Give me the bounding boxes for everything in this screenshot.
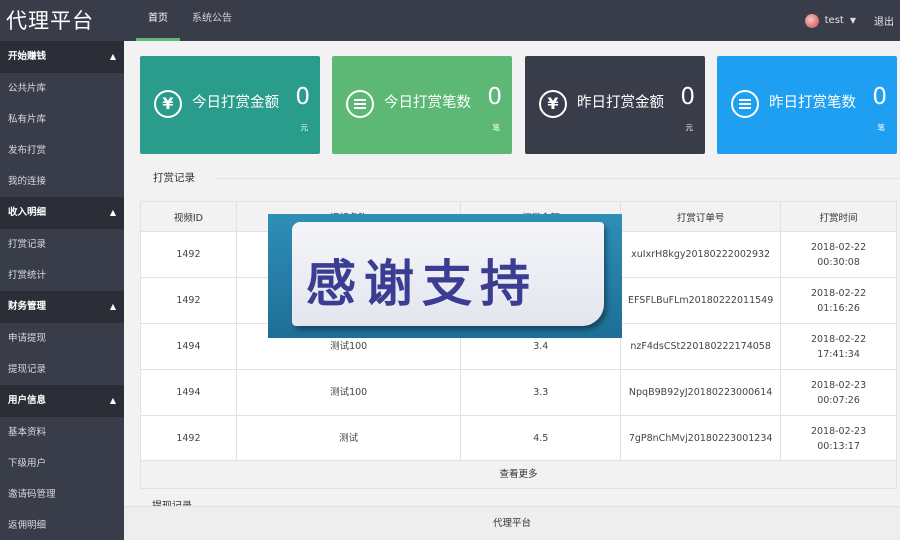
card-unit: 元 — [685, 123, 694, 132]
card-unit: 笔 — [492, 123, 501, 132]
card-label: 今日打赏金额 — [192, 95, 279, 111]
sidebar-group-income[interactable]: 收入明细 ▲ — [0, 197, 124, 229]
sidebar: 开始赚钱 ▲ 公共片库 私有片库 发布打赏 我的连接 收入明细 ▲ 打赏记录 打… — [0, 41, 124, 540]
banner-text: 感谢支持 — [306, 255, 538, 313]
cell-date: 2018-02-22 — [810, 333, 867, 345]
card-value: 0 — [680, 84, 695, 110]
card-label: 今日打赏笔数 — [384, 95, 471, 111]
cell-video-id: 1492 — [140, 277, 237, 324]
card-label: 昨日打赏笔数 — [769, 95, 856, 111]
card-value: 0 — [872, 84, 887, 110]
footer: 代理平台 — [124, 506, 900, 540]
stat-card-today-count: 今日打赏笔数 0 笔 — [332, 56, 512, 154]
list-icon — [346, 90, 374, 118]
card-label: 昨日打赏金额 — [577, 95, 664, 111]
sidebar-group-user-info[interactable]: 用户信息 ▲ — [0, 385, 124, 417]
stat-card-yesterday-count: 昨日打赏笔数 0 笔 — [717, 56, 897, 154]
sidebar-item-my-links[interactable]: 我的连接 — [0, 166, 124, 197]
table-row: 1494 测试100 3.3 NpqB9B92yJ20180223000614 … — [140, 369, 897, 416]
sidebar-group-label: 收入明细 — [8, 207, 47, 218]
cell-amount: 3.3 — [460, 369, 622, 416]
chevron-up-icon: ▲ — [109, 52, 116, 61]
sidebar-item-profile[interactable]: 基本资料 — [0, 417, 124, 448]
cell-order-no: EFSFLBuFLm20180222011549 — [620, 277, 782, 324]
cell-tip-time: 2018-02-23 00:07:26 — [780, 369, 897, 416]
top-nav: 首页 系统公告 — [136, 0, 244, 41]
sidebar-item-tip-stats[interactable]: 打赏统计 — [0, 260, 124, 291]
cell-time: 00:30:08 — [817, 256, 860, 268]
card-unit: 笔 — [877, 123, 886, 132]
section-title-text: 打赏记录 — [153, 172, 195, 184]
cell-date: 2018-02-22 — [810, 241, 867, 253]
column-header: 打赏时间 — [780, 201, 897, 232]
cell-order-no: 7gP8nChMvj20180223001234 — [620, 415, 782, 462]
sidebar-item-rebates[interactable]: 返佣明细 — [0, 510, 124, 540]
cell-video-id: 1494 — [140, 323, 237, 370]
chevron-down-icon[interactable]: ▼ — [850, 16, 856, 25]
cell-date: 2018-02-22 — [810, 287, 867, 299]
yen-icon: ¥ — [539, 90, 567, 118]
sidebar-group-finance[interactable]: 财务管理 ▲ — [0, 291, 124, 323]
cell-amount: 4.5 — [460, 415, 622, 462]
banner-card: 感谢支持 — [292, 222, 604, 326]
cell-video-id: 1494 — [140, 369, 237, 416]
cell-video-name: 测试 — [235, 415, 462, 462]
nav-announcements[interactable]: 系统公告 — [180, 0, 244, 41]
column-header: 打赏订单号 — [620, 201, 782, 232]
section-title-records: 打赏记录 — [136, 168, 900, 184]
logout-link[interactable]: 退出 — [874, 13, 894, 28]
sidebar-group-label: 用户信息 — [8, 395, 47, 406]
sidebar-group-earn[interactable]: 开始赚钱 ▲ — [0, 41, 124, 73]
card-value: 0 — [295, 84, 310, 110]
cell-tip-time: 2018-02-22 17:41:34 — [780, 323, 897, 370]
top-bar: 代理平台 首页 系统公告 test ▼ 退出 — [0, 0, 900, 41]
avatar[interactable] — [804, 13, 819, 28]
sidebar-item-withdraw-records[interactable]: 提现记录 — [0, 354, 124, 385]
card-value: 0 — [487, 84, 502, 110]
sidebar-item-invite-codes[interactable]: 邀请码管理 — [0, 479, 124, 510]
cell-date: 2018-02-23 — [810, 425, 867, 437]
cell-video-id: 1492 — [140, 415, 237, 462]
cell-date: 2018-02-23 — [810, 379, 867, 391]
table-row: 1492 测试 4.5 7gP8nChMvj20180223001234 201… — [140, 415, 897, 462]
cell-time: 00:13:17 — [817, 440, 860, 452]
cell-time: 00:07:26 — [817, 394, 860, 406]
cell-order-no: nzF4dsCSt220180222174058 — [620, 323, 782, 370]
cell-tip-time: 2018-02-22 01:16:26 — [780, 277, 897, 324]
list-icon — [731, 90, 759, 118]
cell-order-no: NpqB9B92yJ20180223000614 — [620, 369, 782, 416]
sidebar-item-publish-tip[interactable]: 发布打赏 — [0, 135, 124, 166]
sidebar-group-label: 开始赚钱 — [8, 51, 47, 62]
app-logo[interactable]: 代理平台 — [6, 5, 94, 35]
chevron-up-icon: ▲ — [109, 302, 116, 311]
cell-time: 17:41:34 — [817, 348, 860, 360]
sidebar-item-tip-records[interactable]: 打赏记录 — [0, 229, 124, 260]
cell-order-no: xuIxrH8kgy20180222002932 — [620, 231, 782, 278]
cell-time: 01:16:26 — [817, 302, 860, 314]
yen-icon: ¥ — [154, 90, 182, 118]
nav-home[interactable]: 首页 — [136, 0, 180, 41]
stat-card-yesterday-amount: ¥ 昨日打赏金额 0 元 — [525, 56, 705, 154]
column-header: 视频ID — [140, 201, 237, 232]
cell-tip-time: 2018-02-23 00:13:17 — [780, 415, 897, 462]
cell-tip-time: 2018-02-22 00:30:08 — [780, 231, 897, 278]
chevron-up-icon: ▲ — [109, 396, 116, 405]
username[interactable]: test — [825, 15, 844, 26]
thanks-banner: 感谢支持 — [268, 214, 622, 338]
chevron-up-icon: ▲ — [109, 208, 116, 217]
user-box: test ▼ 退出 — [804, 0, 894, 41]
cell-video-id: 1492 — [140, 231, 237, 278]
sidebar-item-public-library[interactable]: 公共片库 — [0, 73, 124, 104]
sidebar-item-apply-withdraw[interactable]: 申请提现 — [0, 323, 124, 354]
sidebar-group-label: 财务管理 — [8, 301, 47, 312]
view-more-button[interactable]: 查看更多 — [140, 460, 897, 489]
cell-video-name: 测试100 — [235, 369, 462, 416]
stat-card-today-amount: ¥ 今日打赏金额 0 元 — [140, 56, 320, 154]
card-unit: 元 — [300, 123, 309, 132]
sidebar-item-private-library[interactable]: 私有片库 — [0, 104, 124, 135]
sidebar-item-sub-users[interactable]: 下级用户 — [0, 448, 124, 479]
